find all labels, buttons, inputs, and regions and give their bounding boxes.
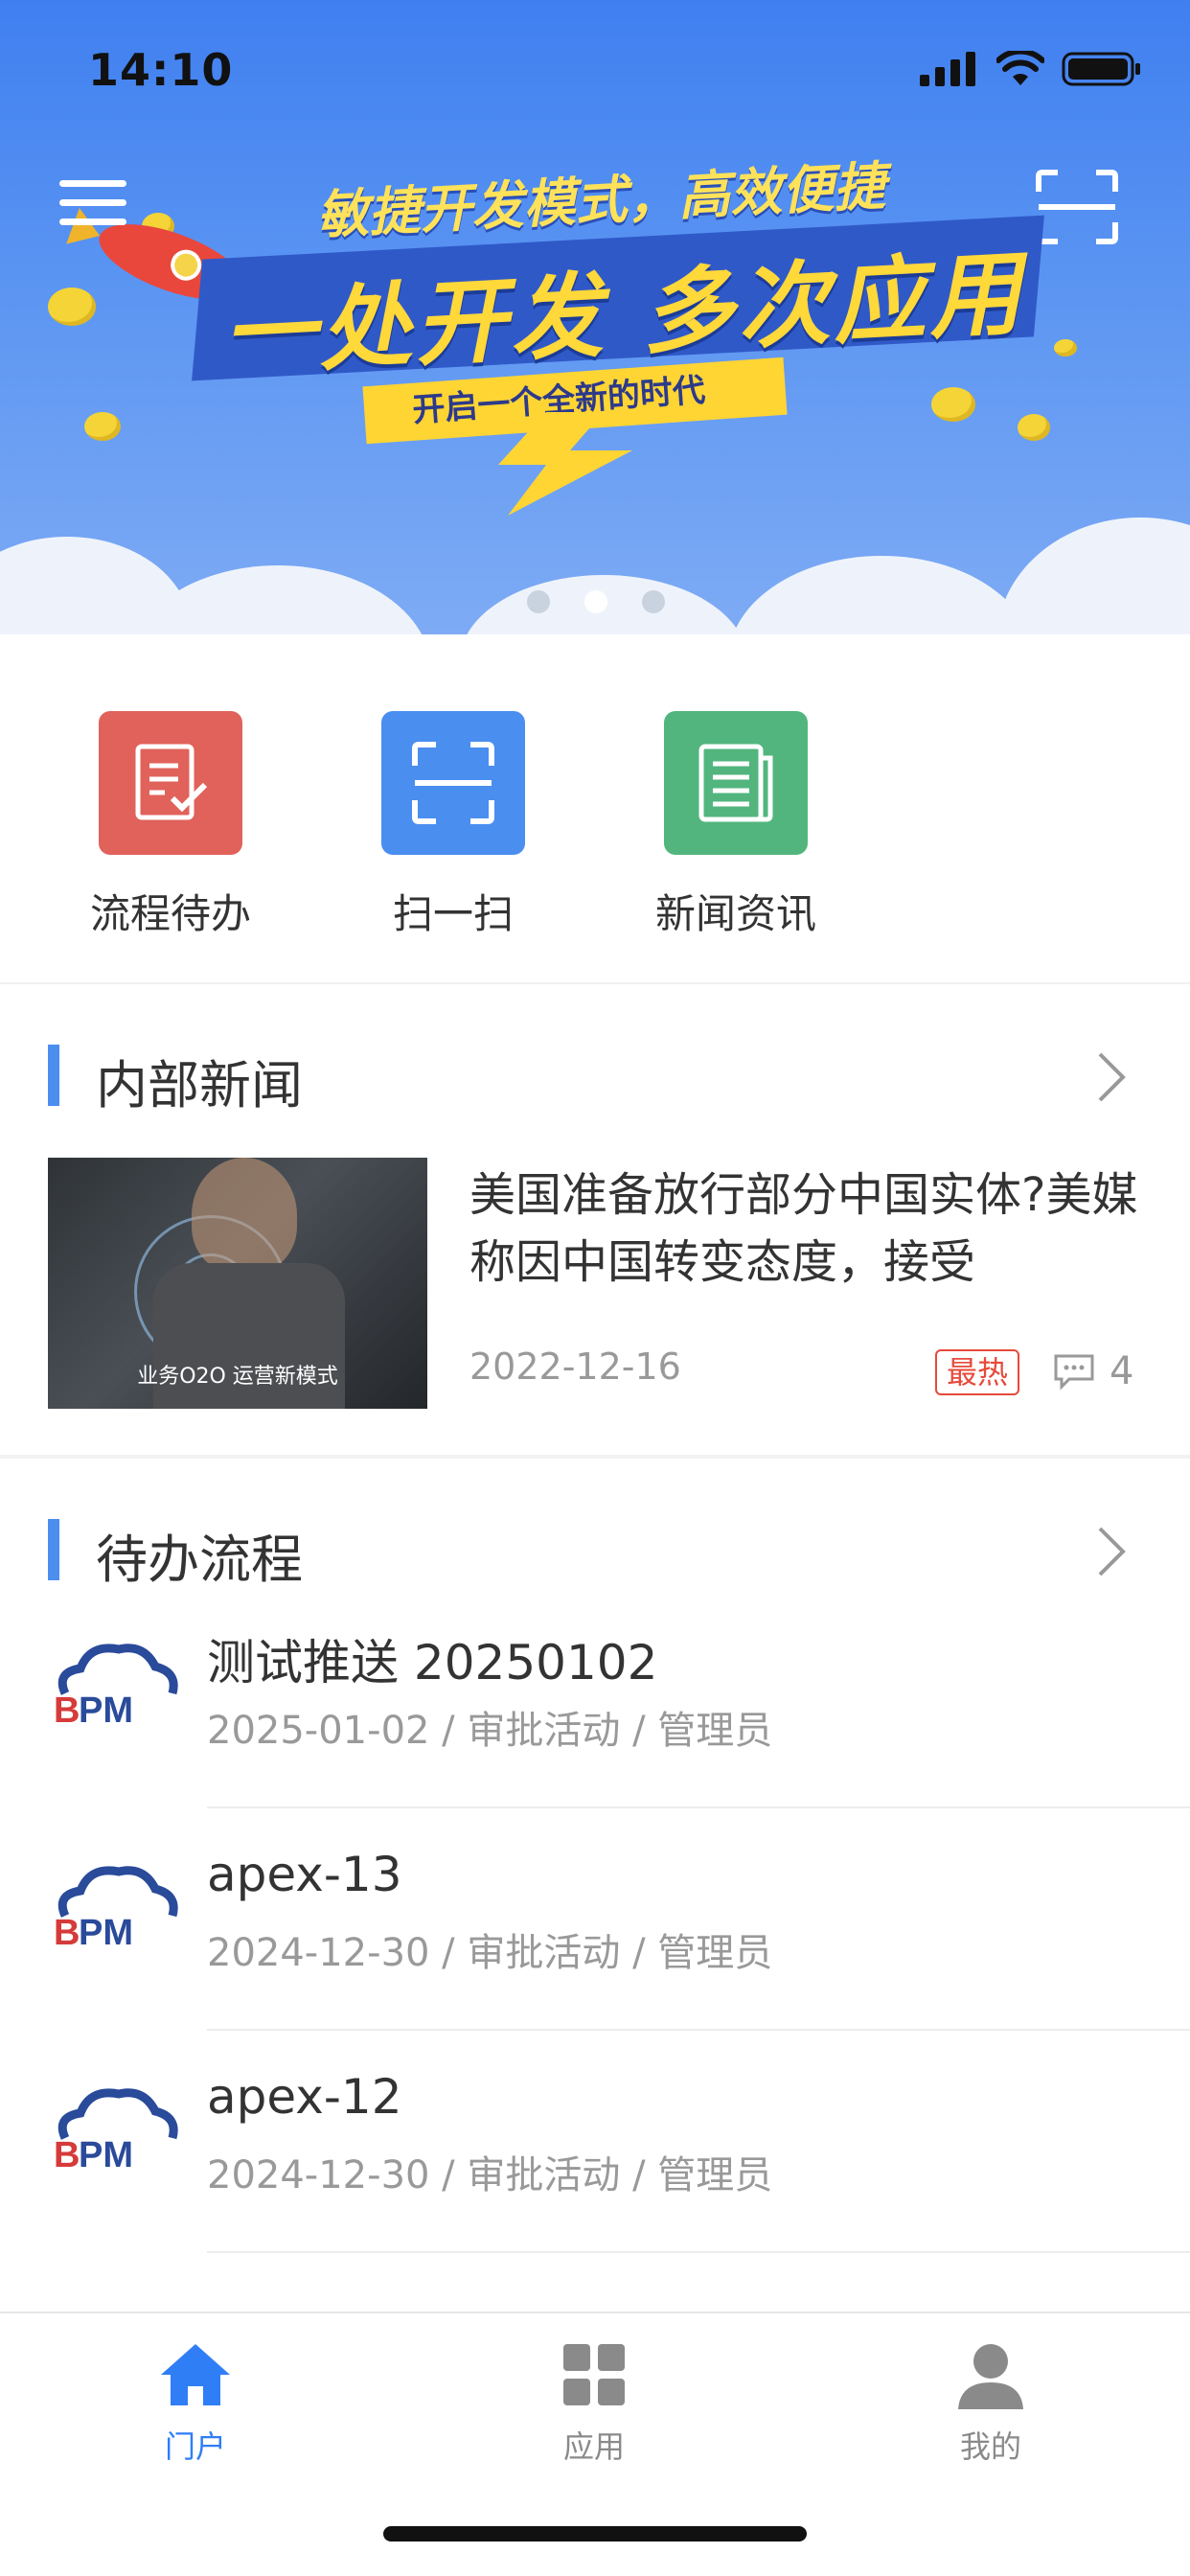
tab-label: 我的	[959, 2428, 1021, 2465]
bpm-logo-icon: B PM	[54, 2088, 178, 2174]
section-title: 待办流程	[96, 1530, 303, 1590]
todo-title: apex-13	[207, 1847, 402, 1902]
svg-text:PM: PM	[79, 2135, 133, 2174]
quick-action-label: 新闻资讯	[654, 890, 816, 937]
todo-meta: 2025-01-02 / 审批活动 / 管理员	[207, 1709, 773, 1753]
tab-apps[interactable]: 应用	[498, 2336, 690, 2467]
todo-item[interactable]: B PM apex-12 2024-12-30 / 审批活动 / 管理员	[0, 2031, 1190, 2253]
internal-news-header[interactable]: 内部新闻	[0, 1016, 1190, 1121]
tab-mine[interactable]: 我的	[895, 2336, 1087, 2467]
quick-action-label: 流程待办	[89, 890, 251, 937]
banner-cloud	[996, 518, 1190, 634]
news-thumbnail: 业务O2O 运营新模式	[48, 1158, 427, 1409]
section-title: 内部新闻	[96, 1055, 303, 1116]
news-title[interactable]: 美国准备放行部分中国实体?美媒称因中国转变态度，接受	[469, 1162, 1159, 1296]
coin-decoration	[1018, 414, 1050, 441]
chevron-right-icon[interactable]	[1092, 1523, 1131, 1580]
todo-meta: 2024-12-30 / 审批活动 / 管理员	[207, 2153, 773, 2197]
banner-cloud	[728, 556, 1035, 634]
page-dot[interactable]	[642, 590, 665, 613]
signal-icon	[920, 52, 975, 86]
news-thumbnail-caption: 业务O2O 运营新模式	[137, 1365, 338, 1389]
tab-portal[interactable]: 门户	[100, 2336, 291, 2467]
comment-count-value: 4	[1110, 1349, 1134, 1393]
svg-text:PM: PM	[79, 1690, 133, 1730]
news-icon	[664, 711, 808, 855]
person-icon	[958, 2344, 1023, 2409]
lightning-icon	[498, 412, 632, 516]
svg-text:B: B	[54, 1690, 80, 1730]
news-date: 2022-12-16	[469, 1346, 681, 1388]
menu-button[interactable]	[59, 180, 126, 234]
svg-text:PM: PM	[79, 1913, 133, 1952]
scan-icon[interactable]	[1035, 169, 1119, 245]
coin-decoration	[84, 412, 121, 441]
section-divider	[0, 1455, 1190, 1459]
bpm-logo-icon: B PM	[54, 1866, 178, 1952]
page-dot-active[interactable]	[584, 590, 607, 613]
grid-apps-icon	[563, 2344, 625, 2405]
person-silhouette	[192, 1158, 297, 1273]
row-divider	[207, 2251, 1190, 2253]
banner-cloud	[125, 565, 431, 634]
home-icon	[161, 2344, 230, 2405]
todo-item[interactable]: B PM 测试推送 20250102 2025-01-02 / 审批活动 / 管…	[0, 1586, 1190, 1808]
bpm-logo-icon: B PM	[54, 1644, 178, 1730]
status-icons	[920, 50, 1142, 88]
coin-decoration	[931, 387, 975, 422]
section-accent-bar	[48, 1519, 59, 1580]
news-item[interactable]: 业务O2O 运营新模式 美国准备放行部分中国实体?美媒称因中国转变态度，接受 2…	[0, 1140, 1190, 1457]
todo-item[interactable]: B PM apex-13 2024-12-30 / 审批活动 / 管理员	[0, 1808, 1190, 2031]
comment-icon	[1054, 1354, 1094, 1391]
hamburger-icon-bar	[59, 180, 126, 187]
page-indicator	[527, 590, 665, 613]
todo-title: apex-12	[207, 2069, 402, 2125]
page-dot[interactable]	[527, 590, 550, 613]
task-check-icon	[99, 711, 242, 855]
quick-actions: 流程待办 扫一扫 新闻资讯	[0, 634, 1190, 984]
todo-meta: 2024-12-30 / 审批活动 / 管理员	[207, 1931, 773, 1975]
tab-label: 应用	[562, 2428, 625, 2465]
scan-icon	[381, 711, 525, 855]
battery-icon	[1062, 52, 1140, 86]
banner-carousel[interactable]: 14:10 敏捷开发模式，高效便捷 一处开发 多次应用 开启一个全新的时代	[0, 0, 1190, 634]
home-indicator[interactable]	[383, 2526, 807, 2542]
quick-action-label: 扫一扫	[392, 890, 514, 937]
todo-title: 测试推送 20250102	[207, 1635, 658, 1690]
status-time: 14:10	[88, 44, 234, 96]
svg-text:B: B	[54, 1913, 80, 1952]
coin-decoration	[1054, 339, 1077, 356]
tab-label: 门户	[164, 2428, 226, 2465]
hot-badge: 最热	[935, 1349, 1020, 1395]
quick-action-todo[interactable]: 流程待办	[46, 711, 295, 940]
quick-action-news[interactable]: 新闻资讯	[611, 711, 860, 940]
comment-count: 4	[1052, 1349, 1133, 1393]
hamburger-icon-bar	[59, 199, 126, 206]
quick-action-scan[interactable]: 扫一扫	[329, 711, 578, 940]
wifi-icon	[996, 51, 1044, 85]
svg-text:B: B	[54, 2135, 80, 2174]
section-accent-bar	[48, 1045, 59, 1106]
todo-process-header[interactable]: 待办流程	[0, 1490, 1190, 1596]
chevron-right-icon[interactable]	[1092, 1048, 1131, 1106]
hamburger-icon-bar	[59, 218, 126, 225]
